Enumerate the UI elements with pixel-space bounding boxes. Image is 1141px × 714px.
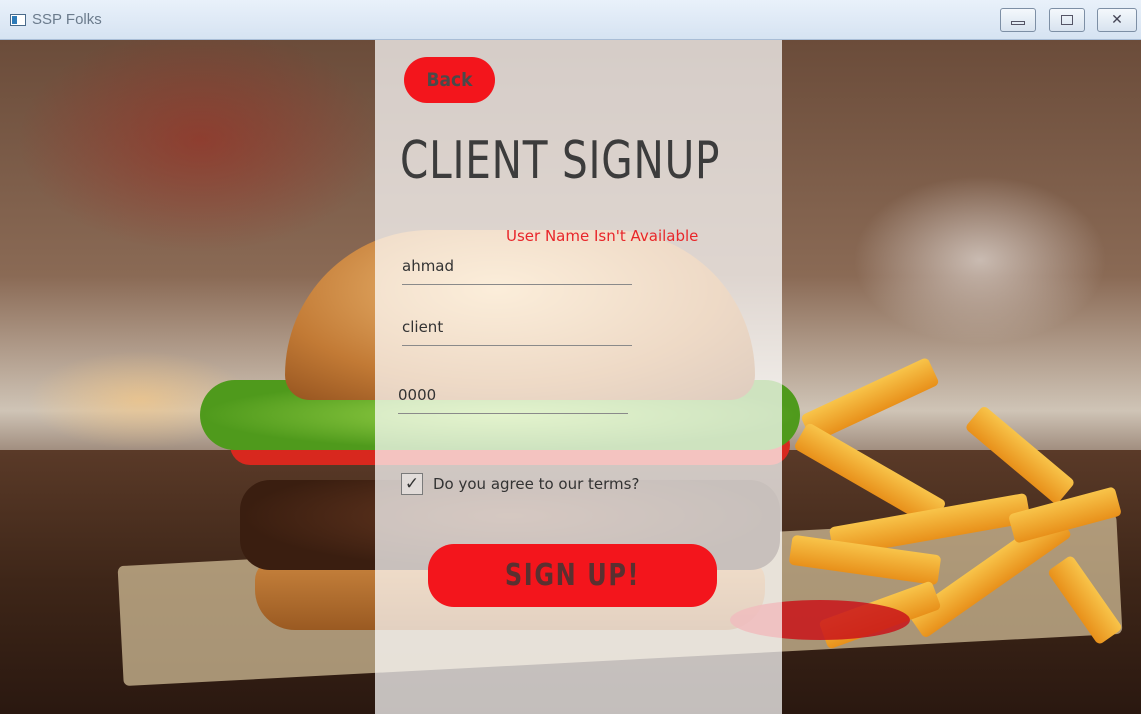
terms-label: Do you agree to our terms? <box>433 475 640 493</box>
back-button[interactable]: Back <box>404 57 495 103</box>
window-title: SSP Folks <box>32 11 102 28</box>
account-type-field[interactable] <box>402 314 632 346</box>
minimize-icon <box>1011 21 1025 25</box>
maximize-button[interactable] <box>1049 8 1085 32</box>
page-title: CLIENT SIGNUP <box>400 131 721 191</box>
window-titlebar: SSP Folks ✕ <box>0 0 1141 40</box>
maximize-icon <box>1061 15 1073 25</box>
close-button[interactable]: ✕ <box>1097 8 1137 32</box>
checkmark-icon: ✓ <box>404 473 420 494</box>
terms-checkbox[interactable]: ✓ <box>401 473 423 495</box>
minimize-button[interactable] <box>1000 8 1036 32</box>
username-error-message: User Name Isn't Available <box>506 227 699 245</box>
close-icon: ✕ <box>1111 12 1123 28</box>
terms-agreement[interactable]: ✓ Do you agree to our terms? <box>401 473 639 495</box>
app-icon <box>10 14 26 26</box>
code-field[interactable] <box>398 382 628 414</box>
sign-up-button[interactable]: SIGN UP! <box>428 544 717 607</box>
username-field[interactable] <box>402 253 632 285</box>
sign-up-label: SIGN UP! <box>504 558 641 593</box>
